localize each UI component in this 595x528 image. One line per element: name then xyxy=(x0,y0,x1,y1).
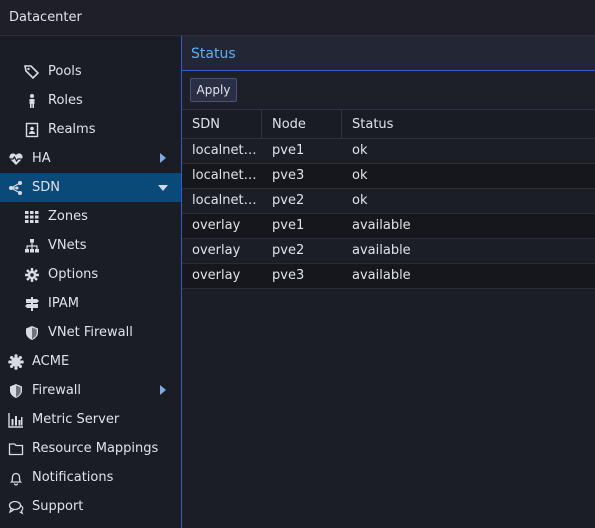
sidebar-item-notifications[interactable]: Notifications xyxy=(0,463,181,492)
sidebar-item-vnet-firewall[interactable]: VNet Firewall xyxy=(0,318,181,347)
sidebar-item-label: Firewall xyxy=(32,383,82,398)
chevron-right-icon[interactable] xyxy=(160,385,166,395)
sidebar-item-label: Support xyxy=(32,499,84,514)
cell-status: ok xyxy=(352,143,368,158)
sidebar-item-zones[interactable]: Zones xyxy=(0,202,181,231)
sidebar-item-ha[interactable]: HA xyxy=(0,144,181,173)
comments-icon xyxy=(8,499,24,515)
cell-sdn: overlay xyxy=(192,243,241,258)
table-row[interactable]: localnet… pve2 ok xyxy=(182,189,595,214)
chevron-right-icon[interactable] xyxy=(160,153,166,163)
cell-status: available xyxy=(352,243,411,258)
window-title: Datacenter xyxy=(9,10,82,25)
sidebar-item-label: ACME xyxy=(32,354,70,369)
cell-node: pve1 xyxy=(272,143,305,158)
cell-status: available xyxy=(352,218,411,233)
sidebar-item-label: VNet Firewall xyxy=(48,325,133,340)
grid-header: SDN Node Status xyxy=(182,109,595,139)
sidebar-item-options[interactable]: Options xyxy=(0,260,181,289)
sidebar-item-label: Options xyxy=(48,267,99,282)
sidebar-item-support[interactable]: Support xyxy=(0,492,181,521)
cell-status: ok xyxy=(352,193,368,208)
table-row[interactable]: localnet… pve3 ok xyxy=(182,164,595,189)
certificate-icon xyxy=(8,353,24,370)
sidebar-item-realms[interactable]: Realms xyxy=(0,115,181,144)
folder-icon xyxy=(8,441,24,457)
table-row[interactable]: overlay pve1 available xyxy=(182,214,595,239)
cell-sdn: localnet… xyxy=(192,143,257,158)
sidebar-item-roles[interactable]: Roles xyxy=(0,86,181,115)
heartbeat-icon xyxy=(8,151,24,167)
cell-node: pve3 xyxy=(272,268,305,283)
cell-status: available xyxy=(352,268,411,283)
address-book-icon xyxy=(24,122,40,138)
signpost-icon xyxy=(24,296,40,312)
sdn-network-icon xyxy=(8,180,24,196)
gear-icon xyxy=(24,267,40,283)
panel-title: Status xyxy=(191,46,236,62)
shield-icon xyxy=(24,325,40,341)
table-row[interactable]: localnet… pve1 ok xyxy=(182,139,595,164)
sidebar-item-resource-mappings[interactable]: Resource Mappings xyxy=(0,434,181,463)
sidebar-item-label: Pools xyxy=(48,64,82,79)
sidebar-item-label: HA xyxy=(32,151,51,166)
cell-sdn: localnet… xyxy=(192,168,257,183)
sidebar-item-label: IPAM xyxy=(48,296,79,311)
sitemap-icon xyxy=(24,238,40,254)
person-icon xyxy=(24,93,40,109)
toolbar xyxy=(182,71,595,109)
table-row[interactable]: overlay pve3 available xyxy=(182,264,595,289)
status-panel: Status Apply SDN Node Status localnet… pv… xyxy=(182,36,595,528)
apply-button[interactable]: Apply xyxy=(190,78,237,102)
sidebar-item-label: VNets xyxy=(48,238,87,253)
sidebar-item-pools[interactable]: Pools xyxy=(0,57,181,86)
cell-sdn: localnet… xyxy=(192,193,257,208)
cell-node: pve2 xyxy=(272,193,305,208)
sidebar-item-sdn[interactable]: SDN xyxy=(0,173,181,202)
cell-node: pve1 xyxy=(272,218,305,233)
chevron-down-icon[interactable] xyxy=(158,185,168,191)
column-header-status[interactable]: Status xyxy=(342,110,595,139)
sidebar-item-ipam[interactable]: IPAM xyxy=(0,289,181,318)
sidebar: Pools Roles Realms HA SDN Zones VNets Options IP… xyxy=(0,36,182,528)
grid-icon xyxy=(24,209,40,225)
sidebar-item-vnets[interactable]: VNets xyxy=(0,231,181,260)
top-bar: Datacenter xyxy=(0,0,595,36)
cell-sdn: overlay xyxy=(192,218,241,233)
sidebar-item-acme[interactable]: ACME xyxy=(0,347,181,376)
bar-chart-icon xyxy=(8,412,24,428)
cell-status: ok xyxy=(352,168,368,183)
panel-header: Status xyxy=(182,36,595,71)
sidebar-item-label: Notifications xyxy=(32,470,114,485)
cell-node: pve3 xyxy=(272,168,305,183)
sidebar-item-label: SDN xyxy=(32,180,60,195)
sidebar-item-label: Zones xyxy=(48,209,88,224)
sidebar-item-label: Roles xyxy=(48,93,83,108)
cell-sdn: overlay xyxy=(192,268,241,283)
sidebar-item-firewall[interactable]: Firewall xyxy=(0,376,181,405)
sidebar-item-label: Metric Server xyxy=(32,412,120,427)
bell-icon xyxy=(8,470,24,486)
sidebar-item-label: Resource Mappings xyxy=(32,441,159,456)
cell-node: pve2 xyxy=(272,243,305,258)
sidebar-item-label: Realms xyxy=(48,122,96,137)
column-header-node[interactable]: Node xyxy=(262,110,342,139)
sidebar-item-metric-server[interactable]: Metric Server xyxy=(0,405,181,434)
shield-icon xyxy=(8,383,24,399)
table-row[interactable]: overlay pve2 available xyxy=(182,239,595,264)
tags-icon xyxy=(24,64,40,80)
column-header-sdn[interactable]: SDN xyxy=(182,110,262,139)
